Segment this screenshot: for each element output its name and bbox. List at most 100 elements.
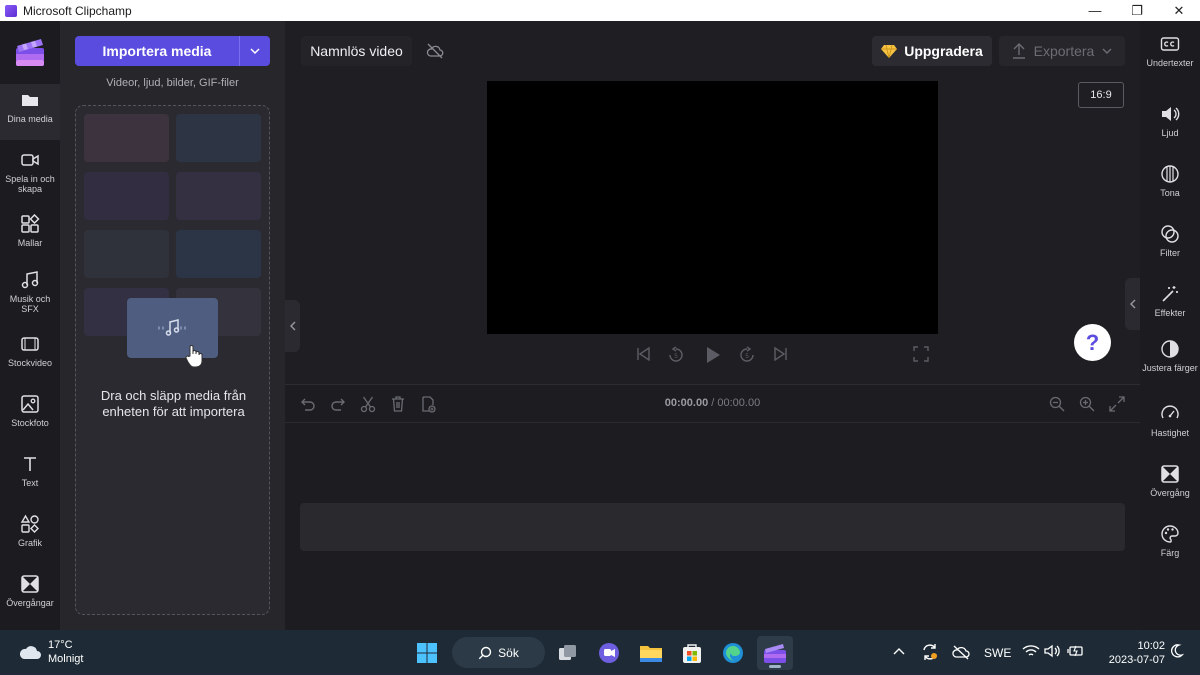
clock-date: 2023-07-07: [1108, 654, 1165, 666]
export-button[interactable]: Exportera: [999, 36, 1125, 66]
property-effects[interactable]: Effekter: [1140, 276, 1200, 332]
fit-timeline-icon[interactable]: [1108, 395, 1126, 413]
property-captions[interactable]: Undertexter: [1140, 26, 1200, 82]
nav-item-your-media[interactable]: Dina media: [0, 84, 60, 140]
task-view-button[interactable]: [553, 638, 583, 668]
property-fade[interactable]: Tona: [1140, 156, 1200, 212]
folder-icon: [640, 646, 662, 662]
nav-label: Mallar: [17, 238, 43, 248]
property-color[interactable]: Färg: [1140, 516, 1200, 572]
help-button[interactable]: ?: [1074, 324, 1111, 361]
weather-widget[interactable]: 17°C Molnigt: [18, 638, 83, 666]
store-icon: [683, 644, 701, 663]
minimize-button[interactable]: —: [1074, 0, 1116, 21]
windows-taskbar: 17°C Molnigt Sök SWE 10:02 2023-07-07: [0, 630, 1200, 675]
nav-label: Stockfoto: [11, 418, 49, 428]
zoom-in-icon[interactable]: [1078, 395, 1096, 413]
nav-item-stock-video[interactable]: Stockvideo: [0, 328, 60, 384]
media-dropzone[interactable]: Dra och släpp media från enheten för att…: [75, 105, 270, 615]
wifi-icon[interactable]: [1022, 644, 1040, 658]
taskbar-search[interactable]: Sök: [452, 637, 545, 668]
property-label: Filter: [1160, 248, 1180, 258]
import-subtitle: Videor, ljud, bilder, GIF-filer: [106, 77, 239, 89]
collapse-properties-panel-button[interactable]: [1125, 278, 1140, 330]
forward-5-icon[interactable]: 5: [738, 346, 756, 364]
nav-item-music-sfx[interactable]: Musik och SFX: [0, 264, 60, 320]
start-button[interactable]: [412, 638, 442, 668]
nav-item-record-create[interactable]: Spela in och skapa: [0, 144, 60, 200]
sync-icon[interactable]: [920, 642, 940, 662]
microsoft-store-button[interactable]: [677, 638, 707, 668]
zoom-out-icon[interactable]: [1048, 395, 1066, 413]
maximize-button[interactable]: ❐: [1116, 0, 1158, 21]
property-label: Övergång: [1150, 488, 1190, 498]
palette-icon: [1161, 525, 1179, 543]
language-indicator[interactable]: SWE: [984, 646, 1011, 660]
chat-icon: [599, 643, 619, 663]
battery-icon[interactable]: [1067, 644, 1085, 658]
transition-icon: [1161, 465, 1179, 483]
aspect-ratio-button[interactable]: 16:9: [1078, 82, 1124, 108]
export-label: Exportera: [1033, 43, 1095, 59]
nav-item-graphics[interactable]: Grafik: [0, 508, 60, 564]
timeline-track[interactable]: [300, 503, 1125, 551]
svg-text:5: 5: [674, 354, 678, 360]
property-audio[interactable]: Ljud: [1140, 96, 1200, 152]
clipchamp-taskbar-button[interactable]: [757, 636, 793, 670]
teams-chat-button[interactable]: [594, 638, 624, 668]
nav-label: Stockvideo: [7, 358, 53, 368]
media-panel: Importera media Videor, ljud, bilder, GI…: [60, 21, 285, 630]
cloud-off-icon[interactable]: [426, 42, 444, 60]
close-button[interactable]: ✕: [1158, 0, 1200, 21]
nav-item-transitions[interactable]: Övergångar: [0, 568, 60, 624]
nav-label: Text: [21, 478, 39, 488]
import-media-button[interactable]: Importera media: [75, 36, 239, 66]
rewind-5-icon[interactable]: 5: [667, 346, 685, 364]
skip-forward-icon[interactable]: [773, 346, 789, 362]
do-not-disturb-icon[interactable]: [1168, 643, 1184, 659]
chevron-up-icon[interactable]: [892, 646, 906, 656]
property-transition[interactable]: Övergång: [1140, 456, 1200, 512]
video-preview: [487, 81, 938, 334]
property-label: Färg: [1160, 548, 1180, 558]
property-speed[interactable]: Hastighet: [1140, 396, 1200, 452]
project-title-field[interactable]: Namnlös video: [301, 36, 412, 66]
skip-back-icon[interactable]: [635, 346, 651, 362]
file-explorer-button[interactable]: [636, 638, 666, 668]
collapse-media-panel-button[interactable]: [285, 300, 300, 352]
speedometer-icon: [1161, 405, 1179, 419]
clipchamp-logo-icon[interactable]: [14, 36, 46, 68]
edge-browser-button[interactable]: [718, 638, 748, 668]
music-icon: [21, 271, 39, 289]
blurred-thumbnail: [84, 114, 169, 162]
diamond-icon: [881, 44, 898, 58]
editor-main: Namnlös video Uppgradera Exportera 16:9 …: [285, 21, 1140, 630]
volume-icon[interactable]: [1044, 644, 1062, 658]
nav-item-stock-photo[interactable]: Stockfoto: [0, 388, 60, 444]
search-icon: [478, 646, 492, 659]
chevron-left-icon: [1129, 299, 1135, 309]
cloud-off-icon[interactable]: [951, 643, 971, 661]
timecode-display: 00:00.00 / 00:00.00: [285, 397, 1140, 409]
clipchamp-app-icon: [5, 4, 17, 17]
hand-cursor-icon: [185, 345, 203, 368]
nav-item-templates[interactable]: Mallar: [0, 208, 60, 264]
weather-description: Molnigt: [48, 653, 84, 665]
nav-label: Spela in och skapa: [5, 174, 55, 194]
svg-text:5: 5: [745, 354, 749, 360]
blurred-thumbnail: [84, 230, 169, 278]
nav-item-text[interactable]: Text: [0, 448, 60, 504]
fullscreen-icon[interactable]: [913, 346, 929, 362]
property-adjust-colors[interactable]: Justera färger: [1140, 331, 1200, 387]
play-icon[interactable]: [704, 346, 722, 364]
shapes-icon: [20, 514, 39, 533]
import-options-dropdown[interactable]: [240, 36, 270, 66]
timeline-toolbar: 00:00.00 / 00:00.00: [285, 385, 1140, 423]
system-clock[interactable]: 10:02 2023-07-07: [1090, 639, 1165, 667]
property-label: Justera färger: [1142, 363, 1198, 373]
upgrade-button[interactable]: Uppgradera: [872, 36, 992, 66]
window-title: Microsoft Clipchamp: [23, 3, 132, 18]
nav-label: Grafik: [17, 538, 42, 548]
property-filter[interactable]: Filter: [1140, 216, 1200, 272]
text-icon: [24, 457, 36, 471]
